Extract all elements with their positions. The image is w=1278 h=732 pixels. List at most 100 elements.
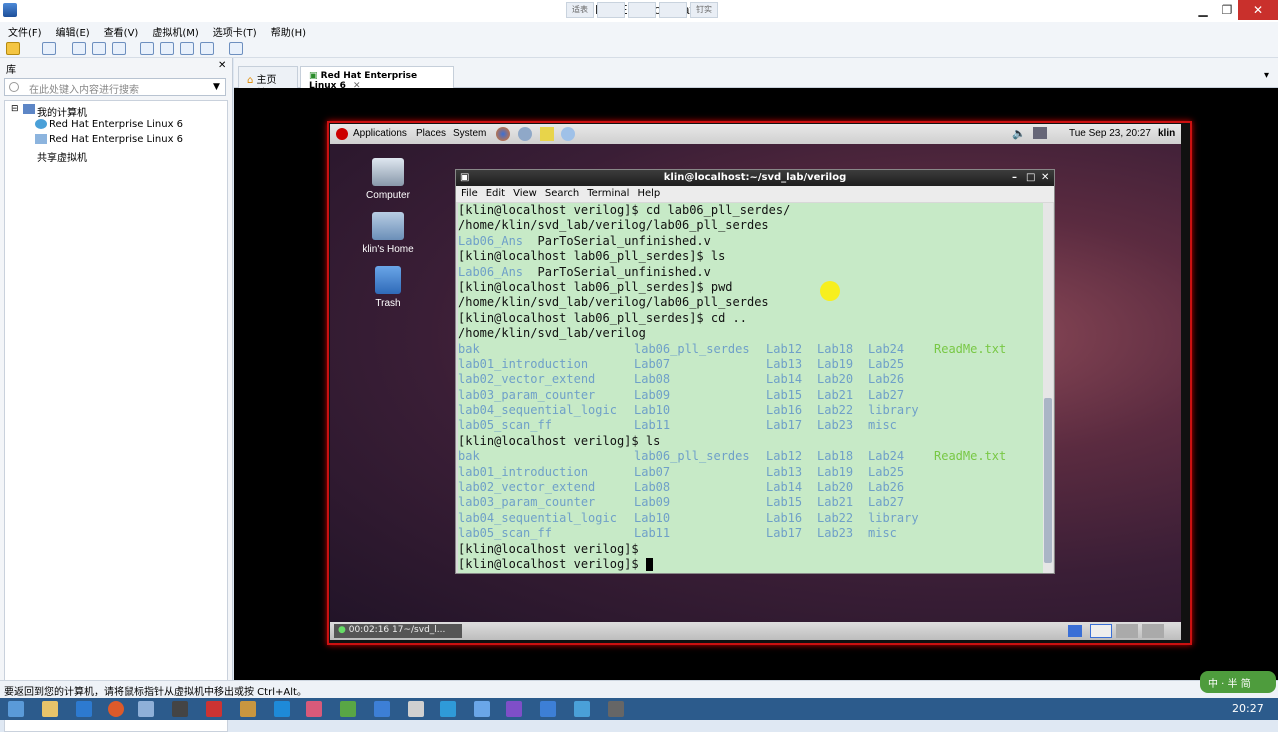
close-icon[interactable]: ✕ [1041,170,1049,185]
app-icon[interactable] [172,701,188,717]
snapshot-manager-icon[interactable] [112,42,126,55]
terminal-scrollbar[interactable] [1043,203,1053,573]
app-icon[interactable] [206,701,222,717]
ls-entry: Lab09 [634,495,671,510]
term-menu-file[interactable]: File [461,188,478,199]
mini-button-2[interactable] [597,2,625,18]
mini-button-4[interactable] [659,2,687,18]
app-icon[interactable] [340,701,356,717]
system-menu[interactable]: System [453,128,486,139]
app-icon[interactable] [540,701,556,717]
workspace-4[interactable] [1142,624,1164,638]
menu-tabs[interactable]: 选项卡(T) [205,22,263,39]
app-icon[interactable] [440,701,456,717]
ls-entry: Lab22 [817,403,854,418]
terminal-window[interactable]: klin@localhost:~/svd_lab/verilog ▣ – □ ✕… [455,169,1055,574]
app-icon[interactable] [306,701,322,717]
app-icon[interactable] [76,701,92,717]
unity-icon[interactable] [200,42,214,55]
collapse-icon[interactable]: ⊟ [11,104,19,114]
terminal-menu-icon[interactable]: ▣ [460,170,469,185]
terminal-output[interactable]: [klin@localhost verilog]$ cd lab06_pll_s… [458,203,1043,573]
menu-vm[interactable]: 虚拟机(M) [144,22,204,39]
app-icon[interactable] [274,701,290,717]
clock[interactable]: Tue Sep 23, 20:27 [1069,128,1151,139]
fullscreen-icon[interactable] [180,42,194,55]
mini-button-5[interactable]: 钉实 [690,2,718,18]
show-library-icon[interactable] [140,42,154,55]
terminal-text: /home/klin/svd_lab/verilog [458,326,646,341]
notes-icon[interactable] [540,127,554,141]
desktop-trash[interactable]: Trash [353,266,423,309]
tab-home[interactable]: ⌂ 主页 ✕ [238,66,298,97]
app-icon[interactable] [240,701,256,717]
term-menu-help[interactable]: Help [637,188,660,199]
term-menu-search[interactable]: Search [545,188,579,199]
tree-vm-2[interactable]: Red Hat Enterprise Linux 6 [49,134,183,145]
tree-vm-1[interactable]: Red Hat Enterprise Linux 6 [49,119,183,130]
revert-icon[interactable] [92,42,106,55]
tab-scroll-icon[interactable]: ▾ [1264,70,1269,81]
scrollbar-thumb[interactable] [1044,398,1052,563]
network-status-icon[interactable] [1033,127,1047,139]
menu-file[interactable]: 文件(F) [0,22,48,39]
console-view-icon[interactable] [229,42,243,55]
desktop-computer[interactable]: Computer [353,158,423,201]
term-menu-edit[interactable]: Edit [486,188,505,199]
terminal-titlebar[interactable]: klin@localhost:~/svd_lab/verilog ▣ – □ ✕ [456,170,1054,186]
close-icon[interactable]: ✕ [1238,0,1278,20]
tab-vm[interactable]: ▣ Red Hat Enterprise Linux 6 ✕ [300,66,454,91]
workspace-1[interactable] [1068,625,1082,637]
menu-edit[interactable]: 编辑(E) [48,22,96,39]
terminal-line: lab03_param_counter Lab09 Lab15 Lab21 Lab27 [458,388,1043,403]
ls-entry: Lab18 [817,449,854,464]
volume-icon[interactable]: 🔈 [1012,127,1026,140]
menu-view[interactable]: 查看(V) [96,22,145,39]
app-icon[interactable] [474,701,490,717]
mini-button-3[interactable] [628,2,656,18]
snapshot-icon[interactable] [72,42,86,55]
workspace-3[interactable] [1116,624,1138,638]
firefox-icon[interactable] [496,127,510,141]
applications-menu[interactable]: Applications [353,128,407,139]
user-menu[interactable]: klin [1158,128,1175,139]
tree-my-computer[interactable]: 我的计算机 [37,104,87,119]
search-icon [9,82,19,92]
start-icon[interactable] [8,701,24,717]
tree-shared-vms[interactable]: 共享虚拟机 [37,149,87,164]
ime-indicator[interactable]: 中 · 半 简 [1200,671,1276,693]
app-icon[interactable] [574,701,590,717]
desktop-home[interactable]: klin's Home [353,212,423,255]
thumbnail-icon[interactable] [160,42,174,55]
chevron-down-icon[interactable]: ▼ [213,82,220,92]
vmware-icon[interactable] [138,701,154,717]
app-icon[interactable] [374,701,390,717]
app-icon[interactable] [506,701,522,717]
workspace-2[interactable] [1090,624,1112,638]
library-title: 库 [6,65,16,76]
taskbar-item-label: 17~/svd_l... [392,625,446,635]
menu-help[interactable]: 帮助(H) [263,22,312,39]
close-library-icon[interactable]: ✕ [218,60,226,71]
places-menu[interactable]: Places [416,128,446,139]
term-menu-view[interactable]: View [513,188,537,199]
minimize-icon[interactable]: – [1012,170,1017,185]
maximize-icon[interactable]: □ [1026,170,1035,185]
pause-icon[interactable] [6,42,20,55]
term-menu-terminal[interactable]: Terminal [587,188,629,199]
vm-running-icon [35,119,47,129]
app-icon[interactable] [408,701,424,717]
mail-icon[interactable] [518,127,532,141]
browser-icon[interactable] [108,701,124,717]
terminal-menubar: File Edit View Search Terminal Help [456,186,1054,202]
ls-entry: Lab26 [868,480,905,495]
network-icon[interactable] [561,127,575,141]
terminal-line: lab05_scan_ff Lab11 Lab17 Lab23 misc [458,526,1043,541]
taskbar-clock[interactable]: 20:27 [1232,702,1264,715]
library-search-input[interactable]: 在此处键入内容进行搜索 [4,78,226,96]
explorer-icon[interactable] [42,701,58,717]
app-icon[interactable] [608,701,624,717]
send-keys-icon[interactable] [42,42,56,55]
taskbar-item[interactable]: ● 00:02:16 17~/svd_l... [334,624,462,638]
mini-button-1[interactable]: 适表 [566,2,594,18]
